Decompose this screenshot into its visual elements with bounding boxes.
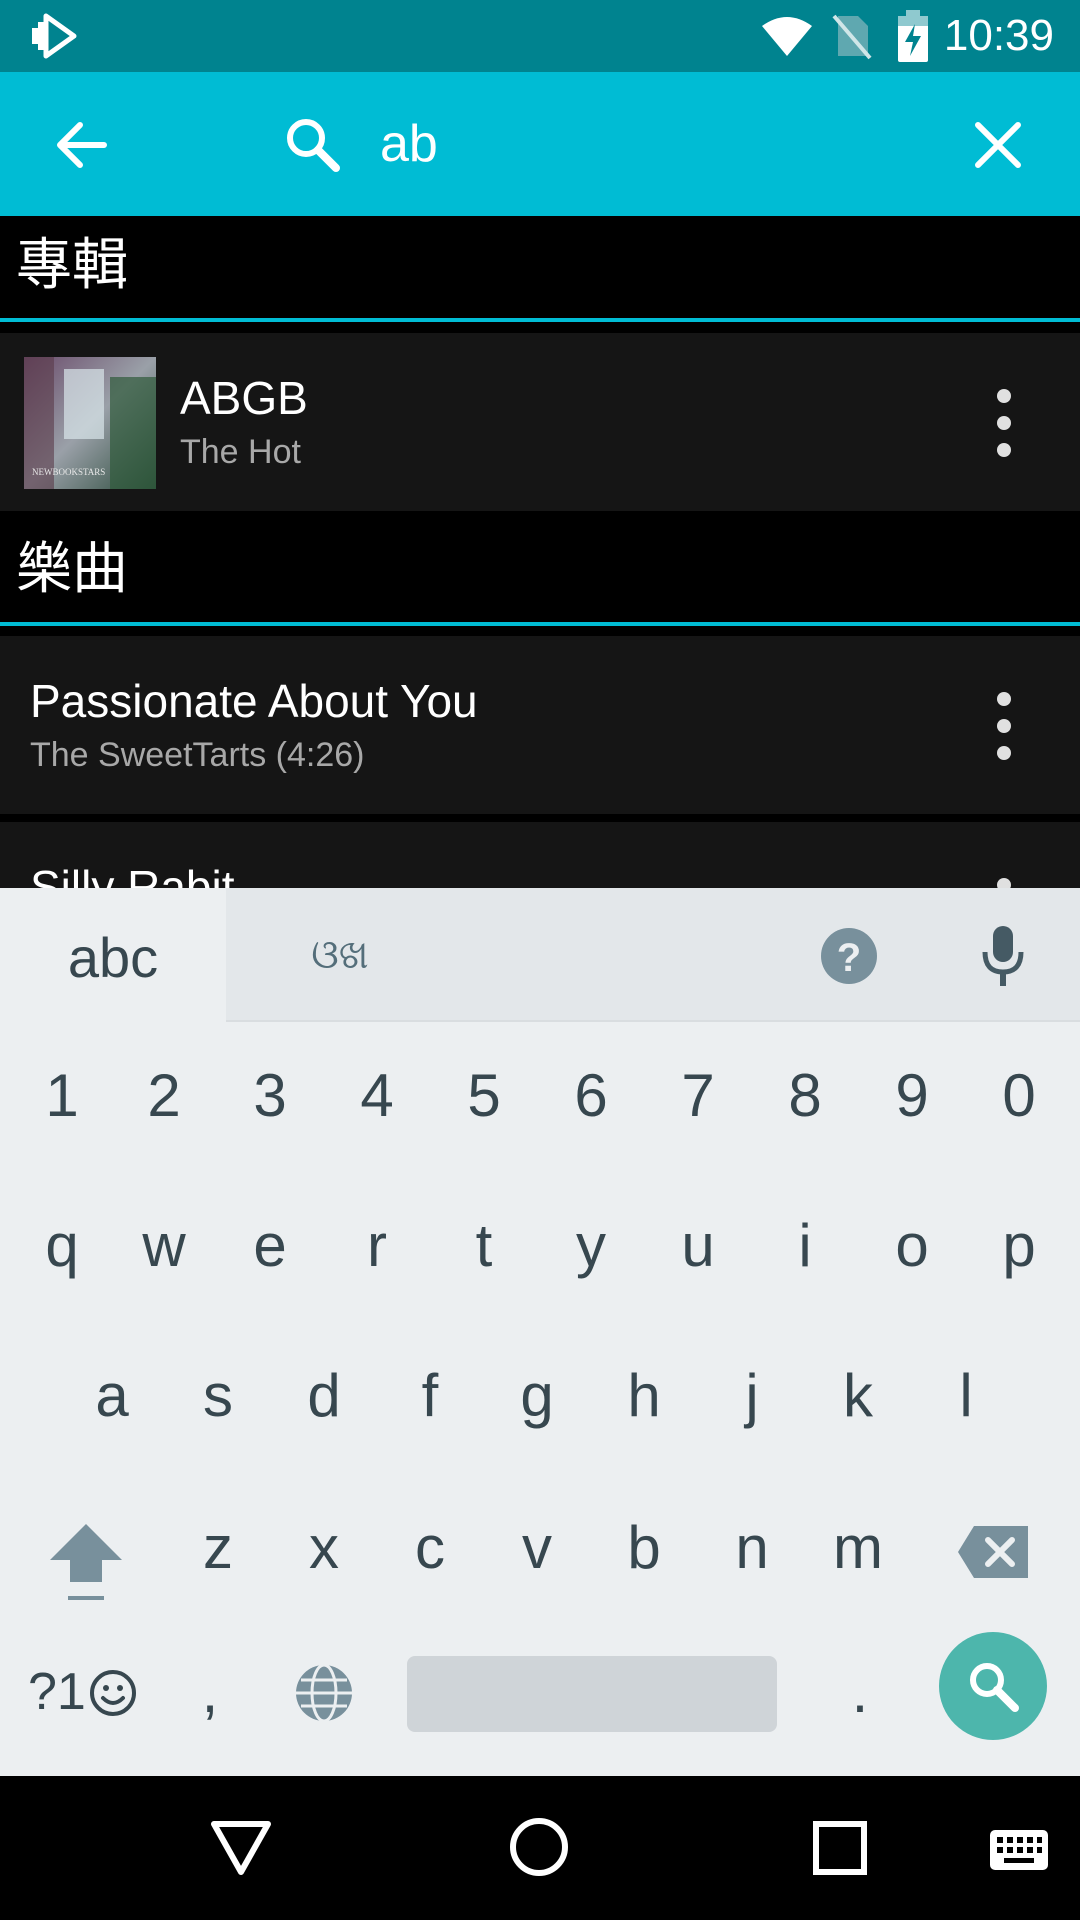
search-icon bbox=[287, 119, 340, 172]
key-symbols[interactable]: ?1 bbox=[28, 1652, 90, 1732]
key-i[interactable]: i bbox=[763, 1206, 847, 1286]
key-m[interactable]: m bbox=[816, 1508, 900, 1588]
list-item-album[interactable]: NEWBOOKSTARS ABGB The Hot bbox=[0, 333, 1080, 511]
key-d[interactable]: d bbox=[282, 1356, 366, 1436]
song-title: Passionate About You bbox=[30, 675, 478, 727]
back-nav-icon[interactable] bbox=[210, 1818, 272, 1876]
keyboard-tab-abc[interactable]: abc bbox=[0, 888, 226, 1022]
key-e[interactable]: e bbox=[228, 1206, 312, 1286]
song-artist: The SweetTarts (4:26) bbox=[30, 736, 365, 774]
section-header-songs: 樂曲 bbox=[0, 520, 1080, 620]
space-key[interactable] bbox=[407, 1656, 777, 1732]
key-period[interactable]: . bbox=[830, 1652, 890, 1732]
overflow-menu-icon[interactable] bbox=[986, 692, 1022, 766]
battery-charging-icon bbox=[898, 10, 928, 62]
back-arrow-icon[interactable] bbox=[52, 115, 112, 175]
section-title: 專輯 bbox=[16, 233, 128, 298]
key-p[interactable]: p bbox=[977, 1206, 1061, 1286]
key-2[interactable]: 2 bbox=[122, 1056, 206, 1136]
clear-search-icon[interactable] bbox=[970, 117, 1026, 173]
search-icon bbox=[970, 1663, 1019, 1712]
status-bar: 10:39 bbox=[0, 0, 1080, 72]
svg-text:NEWBOOKSTARS: NEWBOOKSTARS bbox=[32, 467, 105, 477]
album-art: NEWBOOKSTARS bbox=[24, 357, 156, 489]
key-w[interactable]: w bbox=[122, 1206, 206, 1286]
key-v[interactable]: v bbox=[495, 1508, 579, 1588]
list-item-song[interactable]: Silly Rabit bbox=[0, 822, 1080, 888]
keyboard-switch-icon[interactable] bbox=[988, 1828, 1050, 1872]
key-5[interactable]: 5 bbox=[442, 1056, 526, 1136]
overflow-menu-icon[interactable] bbox=[986, 389, 1022, 463]
key-c[interactable]: c bbox=[388, 1508, 472, 1588]
song-title: Silly Rabit bbox=[30, 861, 235, 888]
key-s[interactable]: s bbox=[176, 1356, 260, 1436]
overflow-menu-icon[interactable] bbox=[997, 878, 1011, 888]
backspace-icon[interactable] bbox=[956, 1524, 1030, 1580]
key-9[interactable]: 9 bbox=[870, 1056, 954, 1136]
key-0[interactable]: 0 bbox=[977, 1056, 1061, 1136]
home-nav-icon[interactable] bbox=[508, 1816, 570, 1878]
wifi-icon bbox=[762, 17, 812, 56]
search-input[interactable] bbox=[380, 102, 920, 186]
section-header-albums: 專輯 bbox=[0, 216, 1080, 316]
clock: 10:39 bbox=[943, 11, 1054, 60]
play-store-icon bbox=[32, 13, 77, 59]
key-6[interactable]: 6 bbox=[549, 1056, 633, 1136]
key-3[interactable]: 3 bbox=[228, 1056, 312, 1136]
key-n[interactable]: n bbox=[710, 1508, 794, 1588]
key-t[interactable]: t bbox=[442, 1206, 526, 1286]
key-j[interactable]: j bbox=[710, 1356, 794, 1436]
key-q[interactable]: q bbox=[20, 1206, 104, 1286]
key-comma[interactable]: , bbox=[180, 1652, 240, 1732]
key-u[interactable]: u bbox=[656, 1206, 740, 1286]
keyboard-tab-odia[interactable]: ଓଖ bbox=[290, 928, 390, 982]
key-l[interactable]: l bbox=[924, 1356, 1008, 1436]
emoji-icon[interactable] bbox=[88, 1668, 138, 1718]
key-a[interactable]: a bbox=[70, 1356, 154, 1436]
key-k[interactable]: k bbox=[816, 1356, 900, 1436]
key-1[interactable]: 1 bbox=[20, 1056, 104, 1136]
section-title: 樂曲 bbox=[16, 537, 128, 602]
key-4[interactable]: 4 bbox=[335, 1056, 419, 1136]
recents-nav-icon[interactable] bbox=[812, 1820, 868, 1876]
key-8[interactable]: 8 bbox=[763, 1056, 847, 1136]
album-title: ABGB bbox=[180, 372, 308, 424]
key-x[interactable]: x bbox=[282, 1508, 366, 1588]
key-h[interactable]: h bbox=[602, 1356, 686, 1436]
help-icon[interactable]: ? bbox=[820, 927, 878, 985]
key-r[interactable]: r bbox=[335, 1206, 419, 1286]
microphone-icon[interactable] bbox=[980, 924, 1026, 988]
key-y[interactable]: y bbox=[549, 1206, 633, 1286]
navigation-bar bbox=[0, 1776, 1080, 1920]
shift-icon[interactable] bbox=[48, 1520, 124, 1604]
section-divider bbox=[0, 318, 1080, 322]
key-g[interactable]: g bbox=[495, 1356, 579, 1436]
album-artist: The Hot bbox=[180, 433, 301, 471]
globe-icon[interactable] bbox=[293, 1662, 355, 1724]
key-7[interactable]: 7 bbox=[656, 1056, 740, 1136]
key-f[interactable]: f bbox=[388, 1356, 472, 1436]
keyboard-search-button[interactable] bbox=[939, 1632, 1047, 1740]
svg-text:?: ? bbox=[837, 936, 861, 980]
key-z[interactable]: z bbox=[176, 1508, 260, 1588]
key-o[interactable]: o bbox=[870, 1206, 954, 1286]
list-item-song[interactable]: Passionate About You The SweetTarts (4:2… bbox=[0, 636, 1080, 814]
key-b[interactable]: b bbox=[602, 1508, 686, 1588]
section-divider bbox=[0, 622, 1080, 626]
no-sim-icon bbox=[832, 14, 872, 60]
